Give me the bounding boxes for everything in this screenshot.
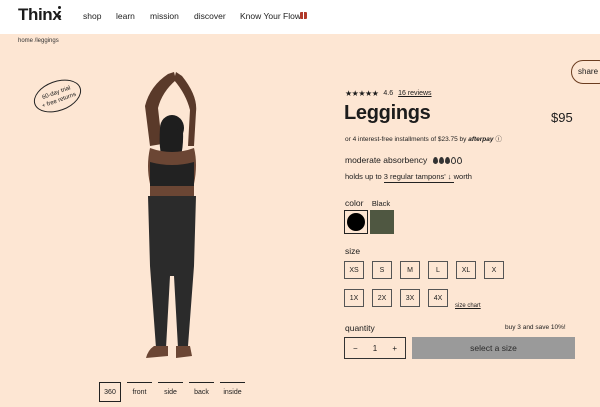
view-tab-back[interactable]: back <box>189 382 214 402</box>
view-tab-inside[interactable]: inside <box>220 382 245 402</box>
afterpay-logo: afterpay <box>468 136 494 143</box>
thinx-logo[interactable]: Thinx <box>18 5 62 25</box>
absorbency-row: moderate absorbency <box>345 155 463 165</box>
size-button-xl[interactable]: XL <box>456 261 476 279</box>
color-label: color <box>345 198 364 208</box>
holds-row: holds up to 3 regular tampons' ↓ worth <box>345 172 472 183</box>
size-button-s[interactable]: S <box>372 261 392 279</box>
view-tab-side[interactable]: side <box>158 382 183 402</box>
quantity-label: quantity <box>345 323 375 333</box>
rating-value: 4.6 <box>383 90 394 97</box>
holds-prefix: holds up to <box>345 172 382 181</box>
size-button-m[interactable]: M <box>400 261 420 279</box>
product-price: $95 <box>551 110 573 125</box>
size-button-xs[interactable]: XS <box>344 261 364 279</box>
size-button-l[interactable]: L <box>428 261 448 279</box>
nav-mission[interactable]: mission <box>150 11 179 21</box>
view-tab-front[interactable]: front <box>127 382 152 402</box>
installments-text: or 4 interest-free installments of $23.7… <box>345 136 467 143</box>
rating-row: ★★★★★ 4.6 16 reviews <box>345 89 432 98</box>
holds-value-text: 3 regular tampons' <box>383 172 446 181</box>
nav-know-your-flow[interactable]: Know Your Flow <box>240 11 301 21</box>
product-title: Leggings <box>344 102 431 124</box>
select-size-button[interactable]: select a size <box>412 337 575 359</box>
installments-info: or 4 interest-free installments of $23.7… <box>345 133 502 143</box>
absorbency-drops-icon <box>433 156 463 164</box>
share-button[interactable]: share <box>571 60 600 84</box>
drop-icon <box>433 156 439 164</box>
drop-icon <box>457 156 463 164</box>
arrow-down-icon: ↓ <box>447 172 452 181</box>
size-label: size <box>345 246 361 256</box>
view-tabs: 360 front side back inside <box>99 382 245 402</box>
trial-badge: 60-day trial + free returns <box>29 73 86 119</box>
product-image <box>145 72 197 358</box>
gift-icon <box>300 11 307 20</box>
absorbency-label: moderate absorbency <box>345 155 428 165</box>
nav-shop[interactable]: shop <box>83 11 101 21</box>
quantity-stepper: − 1 + <box>344 337 406 359</box>
swatch-olive[interactable] <box>370 210 394 234</box>
promo-text: buy 3 and save 10%! <box>505 324 566 331</box>
size-button-1x[interactable]: 1X <box>344 289 364 307</box>
size-chart-link[interactable]: size chart <box>455 303 481 309</box>
size-button-2x[interactable]: 2X <box>372 289 392 307</box>
color-value: Black <box>371 199 391 208</box>
reviews-link[interactable]: 16 reviews <box>398 90 431 97</box>
drop-icon <box>439 156 445 164</box>
nav-discover[interactable]: discover <box>194 11 226 21</box>
nav-learn[interactable]: learn <box>116 11 135 21</box>
drop-icon <box>445 156 451 164</box>
top-nav: Thinx shop learn mission discover Know Y… <box>0 0 600 34</box>
size-button-x[interactable]: X <box>484 261 504 279</box>
color-row: color Black <box>345 198 390 208</box>
minus-icon[interactable]: − <box>353 344 358 353</box>
holds-suffix: worth <box>453 172 472 181</box>
breadcrumb[interactable]: home /leggings <box>18 38 59 44</box>
logo-colon-icon <box>58 6 61 24</box>
size-button-3x[interactable]: 3X <box>400 289 420 307</box>
swatch-black[interactable] <box>344 210 368 234</box>
info-icon[interactable]: ⓘ <box>495 136 502 143</box>
star-rating-icon: ★★★★★ <box>345 89 379 98</box>
drop-icon <box>451 156 457 164</box>
quantity-value: 1 <box>372 343 378 353</box>
plus-icon[interactable]: + <box>392 344 397 353</box>
holds-value[interactable]: 3 regular tampons' ↓ <box>383 172 454 183</box>
view-tab-360[interactable]: 360 <box>99 382 121 402</box>
size-button-4x[interactable]: 4X <box>428 289 448 307</box>
